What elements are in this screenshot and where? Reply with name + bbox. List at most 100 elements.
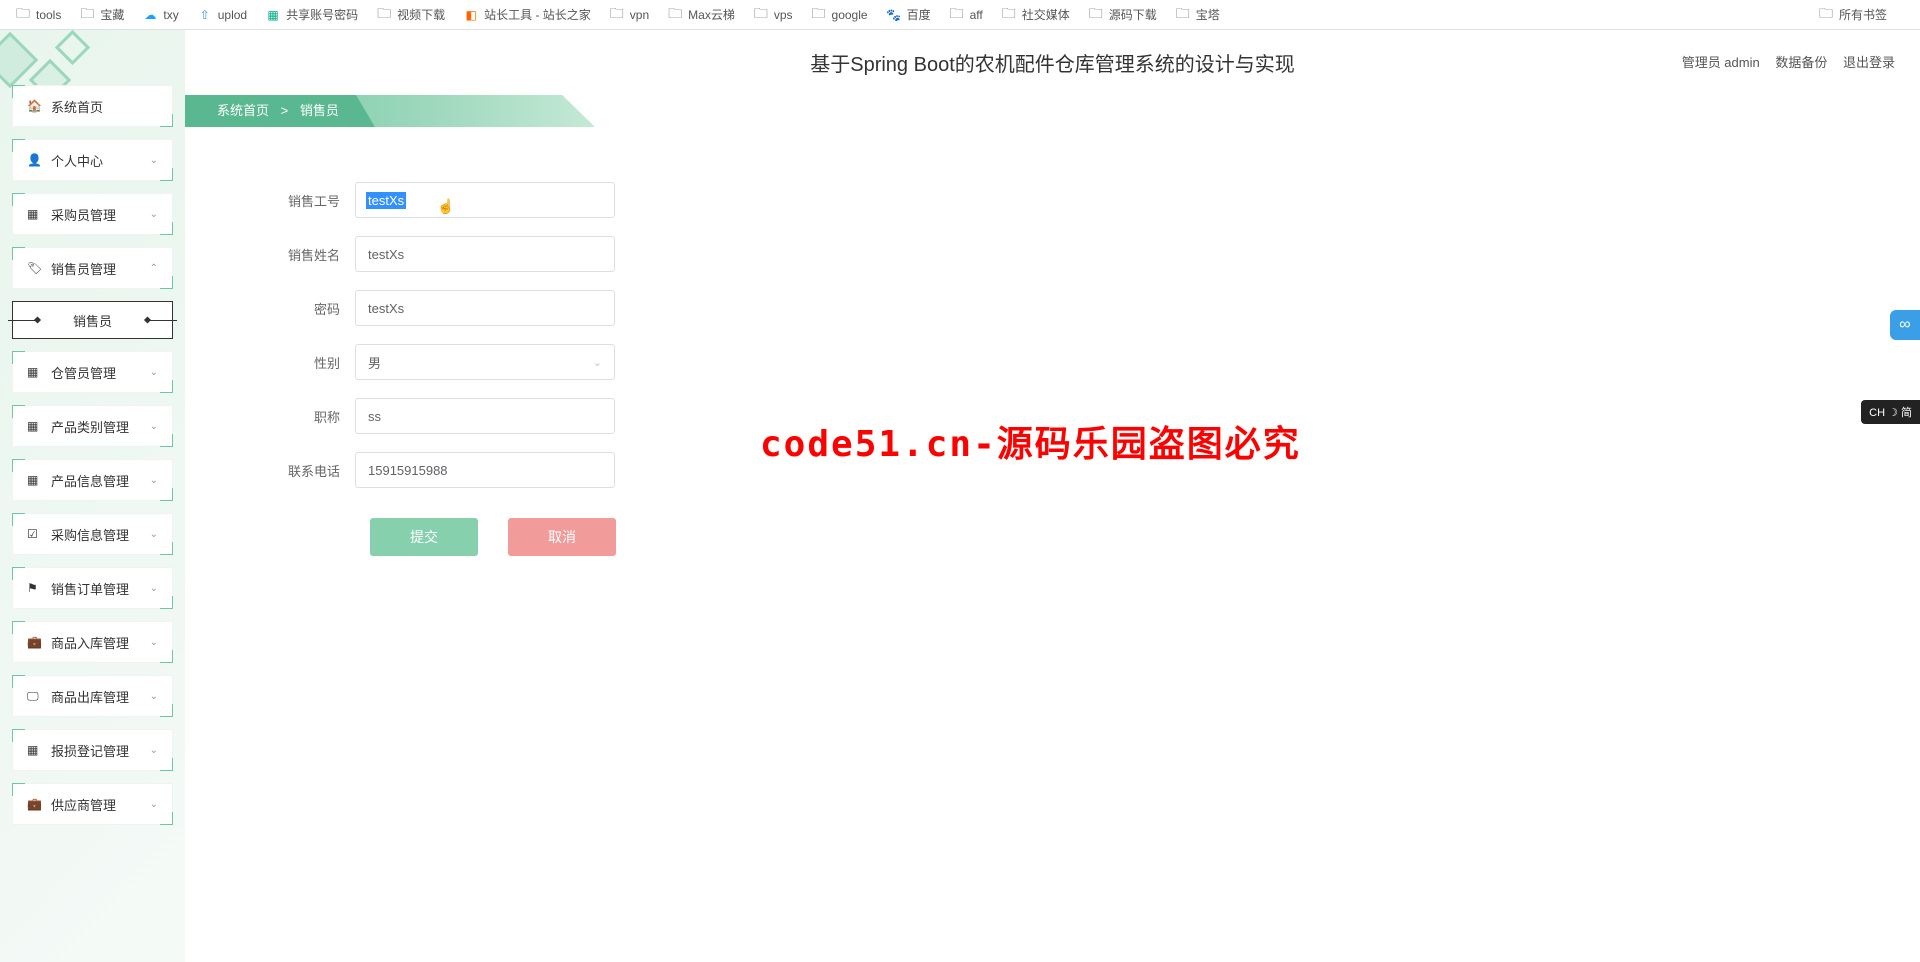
chevron-down-icon: ⌄ [150,583,158,594]
sidebar-item-label: 产品类别管理 [51,417,129,436]
bookmark-vps[interactable]: vps [753,7,793,23]
label-title: 职称 [235,407,355,426]
chevron-down-icon: ⌄ [150,799,158,810]
chevron-down-icon: ⌄ [150,745,158,756]
sidebar-item-profile[interactable]: 👤 个人中心 ⌄ [12,139,173,181]
submit-button[interactable]: 提交 [370,518,478,556]
logout-link[interactable]: 退出登录 [1843,55,1895,70]
bookmark-webmaster-tools[interactable]: ◧站长工具 - 站长之家 [463,6,591,23]
chevron-down-icon: ⌄ [150,529,158,540]
folder-icon [609,7,625,23]
grid-icon: ▦ [27,207,43,221]
input-phone[interactable] [355,452,615,488]
page-header: 基于Spring Boot的农机配件仓库管理系统的设计与实现 管理员 admin… [185,30,1920,95]
sidebar-item-label: 个人中心 [51,151,103,170]
folder-icon [376,7,392,23]
sidebar-item-salesperson-mgmt[interactable]: 🏷 销售员管理 ⌃ [12,247,173,289]
chevron-down-icon: ⌄ [150,209,158,220]
bookmark-source-download[interactable]: 源码下载 [1088,6,1157,23]
bookmark-aff[interactable]: aff [949,7,983,23]
bookmark-vpn[interactable]: vpn [609,7,649,23]
bookmark-social-media[interactable]: 社交媒体 [1001,6,1070,23]
sidebar-item-label: 销售员管理 [51,259,116,278]
input-sales-id[interactable]: testXs [355,182,615,218]
sidebar-item-outbound[interactable]: 🖵 商品出库管理 ⌄ [12,675,173,717]
bookmark-all-bookmarks[interactable]: 所有书签 [1818,6,1887,23]
sheet-icon: ▦ [265,7,281,23]
chevron-down-icon: ⌄ [150,691,158,702]
folder-icon [1001,7,1017,23]
grid-icon: ▦ [27,743,43,757]
input-title[interactable] [355,398,615,434]
bookmark-treasure[interactable]: 宝藏 [79,6,124,23]
breadcrumb-current: 销售员 [300,103,339,118]
side-widget-icon[interactable]: ∞ [1890,310,1920,340]
sidebar-item-damage-report[interactable]: ▦ 报损登记管理 ⌄ [12,729,173,771]
label-password: 密码 [235,299,355,318]
sidebar-item-purchaser[interactable]: ▦ 采购员管理 ⌄ [12,193,173,235]
sidebar-item-label: 供应商管理 [51,795,116,814]
grid-icon: ▦ [27,419,43,433]
sidebar-item-purchase-info[interactable]: ☑ 采购信息管理 ⌄ [12,513,173,555]
select-gender[interactable]: 男 ⌄ [355,344,615,380]
bookmark-max-cloud[interactable]: Max云梯 [667,6,735,23]
chevron-down-icon: ⌄ [150,475,158,486]
sidebar-item-product-info[interactable]: ▦ 产品信息管理 ⌄ [12,459,173,501]
check-icon: ☑ [27,527,43,541]
breadcrumb: 系统首页 > 销售员 [185,95,1920,127]
sidebar-item-inbound[interactable]: 💼 商品入库管理 ⌄ [12,621,173,663]
sidebar-item-supplier[interactable]: 💼 供应商管理 ⌄ [12,783,173,825]
sidebar-item-product-category[interactable]: ▦ 产品类别管理 ⌄ [12,405,173,447]
background-wave [185,582,1920,962]
sidebar-item-label: 产品信息管理 [51,471,129,490]
sidebar-item-warehouse-staff[interactable]: ▦ 仓管员管理 ⌄ [12,351,173,393]
salesperson-form: ☝ 销售工号 testXs 销售姓名 密码 性别 男 ⌄ [185,157,885,581]
ime-indicator[interactable]: CH ☽ 简 [1861,400,1920,424]
chevron-up-icon: ⌃ [150,263,158,274]
baidu-icon: 🐾 [886,7,902,23]
bookmark-baota[interactable]: 宝塔 [1175,6,1220,23]
grid-icon: ▦ [27,473,43,487]
input-sales-name[interactable] [355,236,615,272]
upload-icon: ⇧ [197,7,213,23]
cancel-button[interactable]: 取消 [508,518,616,556]
sidebar-item-label: 采购员管理 [51,205,116,224]
user-role-label[interactable]: 管理员 admin [1682,55,1760,70]
sidebar-item-label: 采购信息管理 [51,525,129,544]
bookmark-uplod[interactable]: ⇧uplod [197,7,247,23]
sidebar-item-label: 商品入库管理 [51,633,129,652]
sidebar-item-label: 商品出库管理 [51,687,129,706]
sidebar-item-home[interactable]: 🏠 系统首页 [12,85,173,127]
sidebar-item-label: 仓管员管理 [51,363,116,382]
input-password[interactable] [355,290,615,326]
chevron-down-icon: ⌄ [150,367,158,378]
bookmark-video-download[interactable]: 视频下载 [376,6,445,23]
home-icon: 🏠 [27,99,43,113]
folder-icon [1175,7,1191,23]
folder-icon [1088,7,1104,23]
user-icon: 👤 [27,153,43,167]
bookmark-shared-accounts[interactable]: ▦共享账号密码 [265,6,358,23]
chevron-down-icon: ⌄ [150,637,158,648]
chevron-down-icon: ⌄ [150,155,158,166]
backup-link[interactable]: 数据备份 [1775,55,1827,70]
bookmarks-bar: tools 宝藏 ☁txy ⇧uplod ▦共享账号密码 视频下载 ◧站长工具 … [0,0,1920,30]
label-sales-id: 销售工号 [235,191,355,210]
bookmark-tools[interactable]: tools [15,7,61,23]
label-phone: 联系电话 [235,461,355,480]
bookmark-baidu[interactable]: 🐾百度 [886,6,931,23]
sidebar-subitem-salesperson[interactable]: 销售员 [12,301,173,339]
breadcrumb-home[interactable]: 系统首页 [217,103,269,118]
sidebar-item-sales-order[interactable]: ⚑ 销售订单管理 ⌄ [12,567,173,609]
chevron-down-icon: ⌄ [150,421,158,432]
sidebar-item-label: 系统首页 [51,97,103,116]
sidebar-item-label: 销售订单管理 [51,579,129,598]
bookmark-txy[interactable]: ☁txy [142,7,178,23]
folder-icon [949,7,965,23]
bookmark-google[interactable]: google [811,7,868,23]
grid-icon: ▦ [27,365,43,379]
monitor-icon: 🖵 [27,689,43,704]
flag-icon: ⚑ [27,581,43,595]
label-gender: 性别 [235,353,355,372]
chevron-down-icon: ⌄ [593,356,602,369]
